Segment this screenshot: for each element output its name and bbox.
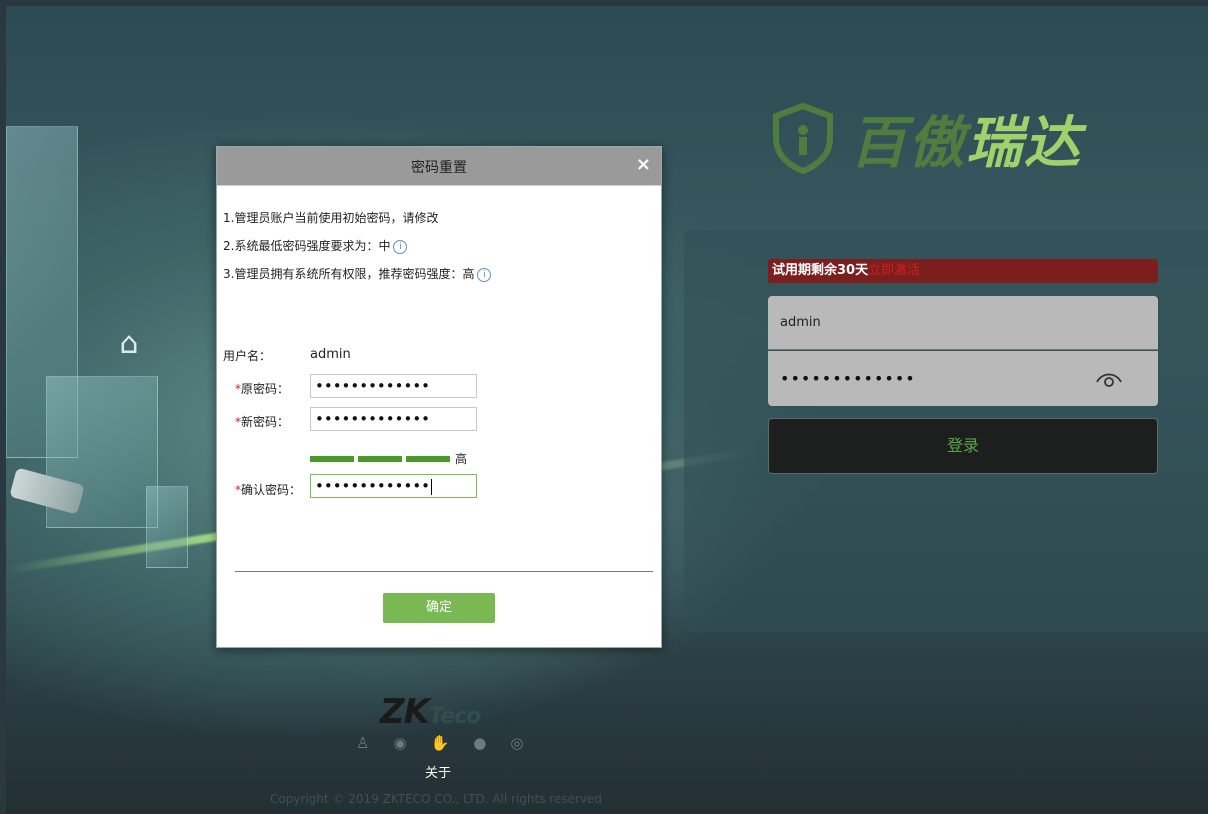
dialog-title: 密码重置 xyxy=(411,160,467,176)
trial-banner: 试用期剩余30天立即激活 xyxy=(768,259,1158,283)
brand-name-part2: 瑞达 xyxy=(966,110,1082,176)
zkteco-logo: ZKTeco xyxy=(380,692,481,732)
strength-level: 高 xyxy=(455,452,468,466)
strength-segment xyxy=(406,455,450,462)
brand-name-part1: 百傲 xyxy=(850,110,966,176)
password-strength-meter: 高 xyxy=(310,450,467,467)
palm-icon: ✋ xyxy=(430,734,450,752)
old-password-label-text: 原密码： xyxy=(241,382,290,396)
biometric-icons: ♙ ◉ ✋ ● ◎ xyxy=(356,734,523,752)
face-icon: ◉ xyxy=(393,734,407,752)
notice-line-1: 1.管理员账户当前使用初始密码，请修改 xyxy=(223,209,438,226)
username-value: admin xyxy=(310,347,351,362)
notice-text-1: 1.管理员账户当前使用初始密码，请修改 xyxy=(223,211,439,225)
old-password-input[interactable]: ••••••••••••• xyxy=(310,374,477,398)
new-password-label: *新密码： xyxy=(235,413,289,430)
copyright-text: Copyright © 2019 ZKTECO CO., LTD. All ri… xyxy=(270,792,603,806)
notice-text-2: 2.系统最低密码强度要求为：中 xyxy=(223,239,391,253)
shield-logo-icon xyxy=(773,102,833,174)
smart-home-icon: ⌂ xyxy=(119,326,139,361)
about-link[interactable]: 关于 xyxy=(425,762,451,781)
notice-line-3: 3.管理员拥有系统所有权限，推荐密码强度：高 i xyxy=(223,265,492,282)
confirm-password-label: *确认密码： xyxy=(235,481,301,498)
zkteco-logo-teco: Teco xyxy=(429,704,481,729)
brand-logo: 百傲瑞达 xyxy=(770,96,1082,180)
strength-segment xyxy=(358,455,402,462)
confirm-password-label-text: 确认密码： xyxy=(241,483,302,497)
iris-icon: ◎ xyxy=(510,734,524,752)
eye-icon[interactable] xyxy=(1094,367,1124,389)
login-button[interactable]: 登录 xyxy=(768,418,1158,474)
login-username-input[interactable]: admin xyxy=(768,296,1158,350)
new-password-label-text: 新密码： xyxy=(241,415,290,429)
background-cube xyxy=(146,486,188,568)
activate-link[interactable]: 立即激活 xyxy=(868,263,920,278)
fingerprint-icon: ● xyxy=(473,734,487,752)
text-caret xyxy=(431,478,433,495)
password-reset-dialog: 密码重置 × 1.管理员账户当前使用初始密码，请修改 2.系统最低密码强度要求为… xyxy=(216,146,662,648)
new-password-input[interactable]: ••••••••••••• xyxy=(310,407,477,431)
confirm-password-input[interactable]: ••••••••••••• xyxy=(310,474,477,498)
username-label: 用户名： xyxy=(223,349,272,363)
info-icon[interactable]: i xyxy=(393,239,408,254)
dialog-header: 密码重置 × xyxy=(217,147,661,186)
brand-name: 百傲瑞达 xyxy=(850,98,1082,179)
notice-line-2: 2.系统最低密码强度要求为：中 i xyxy=(223,237,408,254)
old-password-label: *原密码： xyxy=(235,380,289,397)
dialog-divider xyxy=(235,571,653,572)
person-icon: ♙ xyxy=(356,734,370,752)
trial-text: 试用期剩余30天 xyxy=(772,263,869,278)
notice-text-3: 3.管理员拥有系统所有权限，推荐密码强度：高 xyxy=(223,267,475,281)
zkteco-logo-zk: ZK xyxy=(380,692,430,732)
confirm-button[interactable]: 确定 xyxy=(383,593,495,623)
close-icon[interactable]: × xyxy=(636,155,651,175)
info-icon[interactable]: i xyxy=(477,267,492,282)
strength-segment xyxy=(310,455,354,462)
confirm-password-value: ••••••••••••• xyxy=(315,477,431,495)
